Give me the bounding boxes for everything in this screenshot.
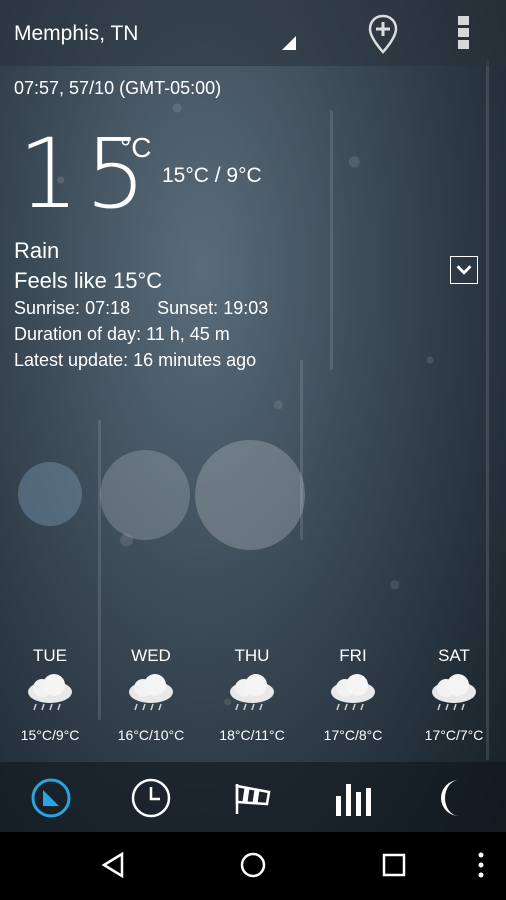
forecast-day-name: SAT: [438, 646, 470, 665]
windsock-icon[interactable]: [231, 776, 275, 820]
rain-cloud-icon: [230, 674, 274, 711]
rain-cloud-icon: [432, 674, 476, 711]
expand-details-button[interactable]: [450, 256, 478, 284]
forecast-temps: 16°C/10°C: [117, 727, 185, 743]
daily-forecast: TUE 15°C/9°C WED 16°C/10°C THU 18°C/11°C…: [0, 640, 506, 760]
moon-icon[interactable]: [431, 776, 475, 820]
latest-update: Latest update: 16 minutes ago: [14, 350, 257, 370]
sunset-label: Sunset:: [157, 298, 219, 318]
bokeh-light: [100, 450, 190, 540]
forecast-day-name: TUE: [33, 646, 67, 665]
sun-times: Sunrise: 07:18 Sunset: 19:03: [14, 298, 268, 319]
sunrise-label: Sunrise:: [14, 298, 81, 318]
add-location-pin-icon[interactable]: [368, 14, 398, 54]
forecast-day[interactable]: TUE 15°C/9°C: [0, 640, 100, 743]
chevron-down-icon: [456, 265, 472, 275]
forecast-day[interactable]: THU 18°C/11°C: [202, 640, 302, 743]
sunset-time: 19:03: [223, 298, 269, 318]
location-header: Memphis, TN: [0, 0, 506, 66]
city-selector[interactable]: Memphis, TN: [14, 22, 138, 46]
rain-cloud-icon: [331, 674, 375, 711]
day-duration: Duration of day: 11 h, 45 m: [14, 324, 230, 344]
forecast-day-name: THU: [234, 646, 270, 665]
menu-icon[interactable]: [466, 850, 496, 880]
rain-cloud-icon: [129, 674, 173, 711]
feels-like: Feels like 15°C: [14, 268, 163, 293]
system-navigation-bar: [0, 832, 506, 900]
forecast-day[interactable]: SAT 17°C/7°C: [404, 640, 504, 743]
forecast-temps: 15°C/9°C: [20, 727, 80, 743]
forecast-temps: 17°C/7°C: [424, 727, 484, 743]
hourly-clock-icon[interactable]: [129, 776, 173, 820]
sunrise-time: 07:18: [85, 298, 131, 318]
bokeh-light: [195, 440, 305, 550]
weather-condition: Rain: [14, 238, 60, 263]
temperature-unit: °C: [120, 132, 152, 163]
bar-chart-icon[interactable]: [332, 776, 376, 820]
date-time: 07:57, 57/10 (GMT-05:00): [14, 78, 222, 98]
rain-cloud-icon: [28, 674, 72, 711]
back-icon[interactable]: [98, 850, 128, 880]
high-low-temperature: 15°C / 9°C: [162, 164, 262, 187]
forecast-day[interactable]: WED 16°C/10°C: [101, 640, 201, 743]
weather-screen: Memphis, TN 07:57, 57/10 (GMT-05:00) 15 …: [0, 0, 506, 900]
home-icon[interactable]: [238, 850, 268, 880]
rain-streak: [330, 110, 333, 370]
rain-streak: [300, 360, 303, 540]
forecast-day-name: WED: [131, 646, 171, 665]
forecast-temps: 17°C/8°C: [323, 727, 383, 743]
now-clock-icon[interactable]: [29, 776, 73, 820]
dropdown-triangle-icon[interactable]: [282, 36, 296, 50]
recents-icon[interactable]: [379, 850, 409, 880]
forecast-day-name: FRI: [339, 646, 367, 665]
bokeh-light: [18, 462, 82, 526]
overflow-menu-icon[interactable]: [456, 16, 472, 54]
forecast-day[interactable]: FRI 17°C/8°C: [303, 640, 403, 743]
forecast-temps: 18°C/11°C: [219, 727, 285, 743]
bottom-navigation: [0, 762, 506, 832]
